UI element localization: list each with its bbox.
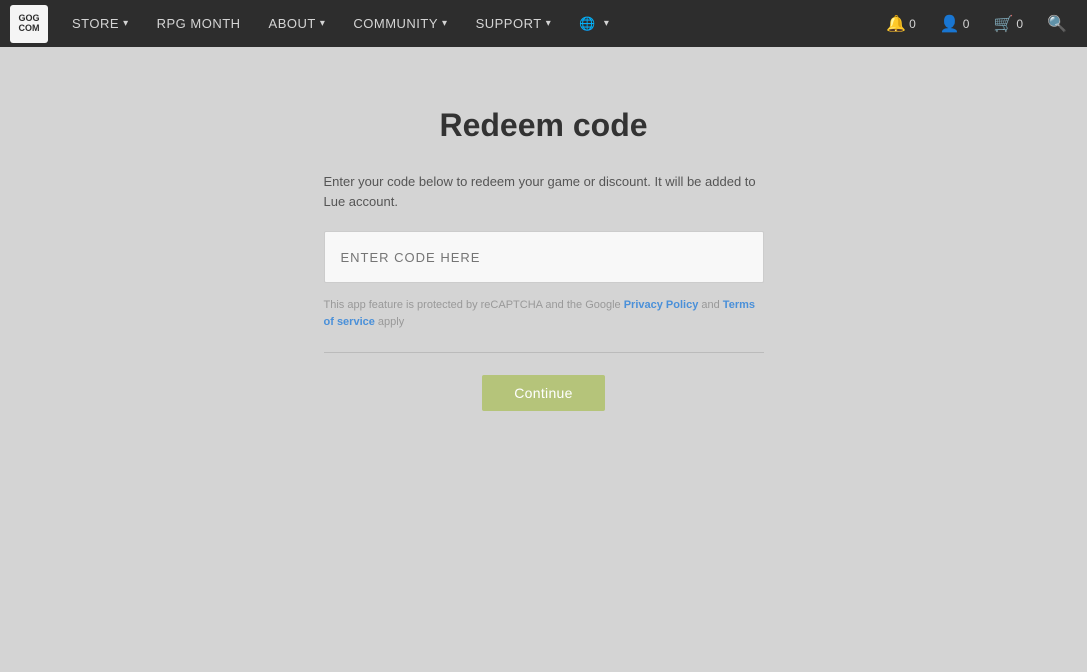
nav-rpg-month[interactable]: RPG MONTH (145, 0, 253, 47)
nav-language[interactable]: 🌐 ▾ (567, 0, 621, 47)
redeem-container: Enter your code below to redeem your gam… (324, 172, 764, 411)
recaptcha-notice: This app feature is protected by reCAPTC… (324, 297, 764, 330)
cart-button[interactable]: 🛒 0 (983, 0, 1033, 47)
cart-icon: 🛒 (993, 14, 1013, 34)
nav-store[interactable]: STORE ▾ (60, 0, 141, 47)
search-button[interactable]: 🔍 (1037, 0, 1077, 47)
lang-arrow-icon: ▾ (604, 18, 610, 29)
navbar-left: GOGCOM STORE ▾ RPG MONTH ABOUT ▾ COMMUNI… (10, 0, 621, 47)
code-input[interactable] (324, 231, 764, 283)
nav-community[interactable]: COMMUNITY ▾ (341, 0, 459, 47)
navbar: GOGCOM STORE ▾ RPG MONTH ABOUT ▾ COMMUNI… (0, 0, 1087, 47)
logo-text: GOGCOM (18, 14, 39, 34)
about-arrow-icon: ▾ (320, 18, 326, 29)
search-icon: 🔍 (1047, 14, 1067, 34)
description-text: Enter your code below to redeem your gam… (324, 172, 764, 211)
notifications-button[interactable]: 🔔 0 (876, 0, 926, 47)
bell-icon: 🔔 (886, 14, 906, 34)
nav-about[interactable]: ABOUT ▾ (257, 0, 338, 47)
continue-button[interactable]: Continue (482, 375, 604, 411)
logo[interactable]: GOGCOM (10, 5, 48, 43)
store-arrow-icon: ▾ (123, 18, 129, 29)
notifications-count: 0 (909, 17, 916, 31)
privacy-policy-link[interactable]: Privacy Policy (624, 299, 699, 311)
navbar-right: 🔔 0 👤 0 🛒 0 🔍 (876, 0, 1077, 47)
account-button[interactable]: 👤 0 (930, 0, 980, 47)
nav-support[interactable]: SUPPORT ▾ (464, 0, 564, 47)
community-arrow-icon: ▾ (442, 18, 448, 29)
user-icon: 👤 (940, 14, 960, 34)
globe-icon: 🌐 (579, 16, 596, 32)
section-divider (324, 352, 764, 353)
page-title: Redeem code (439, 107, 647, 144)
support-arrow-icon: ▾ (546, 18, 552, 29)
main-content: Redeem code Enter your code below to red… (0, 47, 1087, 411)
cart-count: 0 (1016, 17, 1023, 31)
account-count: 0 (963, 17, 970, 31)
